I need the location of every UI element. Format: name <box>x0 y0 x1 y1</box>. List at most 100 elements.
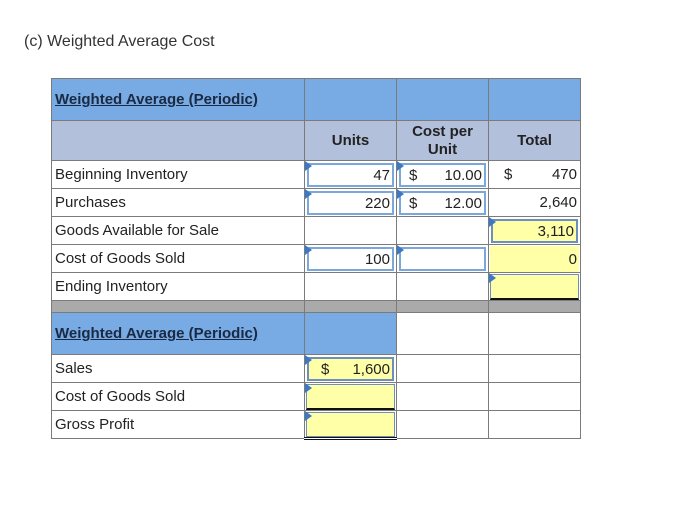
input-flag-icon <box>397 161 404 171</box>
blank-cell <box>396 382 489 411</box>
table-row-gross-profit: Gross Profit <box>51 410 581 440</box>
header-blank-cell <box>488 78 581 121</box>
input-flag-icon <box>305 161 312 171</box>
row-label: Cost of Goods Sold <box>51 382 305 411</box>
input-flag-icon <box>489 273 496 283</box>
cost-per-unit-input[interactable]: $12.00 <box>399 191 486 215</box>
column-header-total: Total <box>488 120 581 161</box>
blank-cell <box>396 312 489 355</box>
column-header-row: Units Cost per Unit Total <box>51 120 581 161</box>
units-value: 47 <box>373 166 390 184</box>
column-header-cost-per-unit-label: Cost per Unit <box>412 122 473 158</box>
units-value: 100 <box>364 250 390 268</box>
row-label: Gross Profit <box>51 410 305 439</box>
separator-cell <box>304 300 397 313</box>
cost-cell <box>396 216 489 245</box>
blank-cell <box>396 410 489 439</box>
row-label: Sales <box>51 354 305 383</box>
cost-value: 10.00 <box>444 166 482 184</box>
total-cell: 3,110 <box>488 216 581 245</box>
table2-title: Weighted Average (Periodic) <box>51 312 305 355</box>
units-value: 220 <box>364 194 390 212</box>
total-value: 3,110 <box>537 222 574 240</box>
separator-cell <box>396 300 489 313</box>
total-value: 0 <box>568 250 577 268</box>
header-blank-cell <box>396 78 489 121</box>
value-cell <box>304 382 397 411</box>
cost-cell <box>396 272 489 301</box>
table2-title-row: Weighted Average (Periodic) <box>51 312 581 355</box>
header-blank-cell <box>304 78 397 121</box>
cost-value: 12.00 <box>444 194 482 212</box>
row-label: Cost of Goods Sold <box>51 244 305 273</box>
separator-cell <box>51 300 305 313</box>
separator-row <box>51 300 581 313</box>
input-flag-icon <box>305 355 312 365</box>
input-flag-icon <box>489 217 496 227</box>
blank-cell <box>396 354 489 383</box>
table-row-sales: Sales $1,600 <box>51 354 581 383</box>
gross-profit-input[interactable] <box>306 412 395 437</box>
units-cell <box>304 216 397 245</box>
cost-per-unit-input[interactable] <box>399 247 486 271</box>
cost-cell: $12.00 <box>396 188 489 217</box>
total-value: 2,640 <box>539 194 577 211</box>
units-cell: 100 <box>304 244 397 273</box>
row-label: Beginning Inventory <box>51 160 305 189</box>
weighted-average-worksheet: Weighted Average (Periodic) Units Cost p… <box>51 78 581 440</box>
table1-title: Weighted Average (Periodic) <box>51 78 305 121</box>
table-row-goods-available: Goods Available for Sale 3,110 <box>51 216 581 245</box>
units-cell: 220 <box>304 188 397 217</box>
column-header-cost-per-unit: Cost per Unit <box>396 120 489 161</box>
total-input[interactable] <box>490 274 579 300</box>
units-input[interactable]: 100 <box>307 247 394 271</box>
currency-symbol: $ <box>321 360 330 378</box>
value-cell <box>304 410 397 440</box>
sales-value: 1,600 <box>352 360 390 378</box>
cogs-input[interactable] <box>306 384 395 410</box>
input-flag-icon <box>397 189 404 199</box>
blank-cell <box>488 382 581 411</box>
table-row-beginning-inventory: Beginning Inventory 47 $10.00 $470 <box>51 160 581 189</box>
total-cell: $470 <box>488 160 581 189</box>
input-flag-icon <box>305 189 312 199</box>
total-computed: 0 <box>490 246 579 272</box>
table1-title-row: Weighted Average (Periodic) <box>51 78 581 121</box>
units-input[interactable]: 47 <box>307 163 394 187</box>
separator-cell <box>488 300 581 313</box>
units-cell <box>304 272 397 301</box>
table-row-ending-inventory: Ending Inventory <box>51 272 581 301</box>
currency-symbol: $ <box>409 166 418 184</box>
currency-symbol: $ <box>504 166 513 183</box>
section-title: (c) Weighted Average Cost <box>24 33 215 50</box>
header-blank-cell <box>304 312 397 355</box>
table-row-purchases: Purchases 220 $12.00 2,640 <box>51 188 581 217</box>
cost-cell: $10.00 <box>396 160 489 189</box>
header-blank-cell <box>51 120 305 161</box>
blank-cell <box>488 354 581 383</box>
sales-input[interactable]: $1,600 <box>307 357 394 381</box>
total-cell: 0 <box>488 244 581 273</box>
total-cell: 2,640 <box>488 188 581 217</box>
input-flag-icon <box>397 245 404 255</box>
input-flag-icon <box>305 383 312 393</box>
cost-per-unit-input[interactable]: $10.00 <box>399 163 486 187</box>
units-cell: 47 <box>304 160 397 189</box>
table-row-cogs: Cost of Goods Sold <box>51 382 581 411</box>
currency-symbol: $ <box>409 194 418 212</box>
blank-cell <box>488 410 581 439</box>
blank-cell <box>488 312 581 355</box>
cost-cell <box>396 244 489 273</box>
total-cell <box>488 272 581 301</box>
units-input[interactable]: 220 <box>307 191 394 215</box>
input-flag-icon <box>305 245 312 255</box>
value-cell: $1,600 <box>304 354 397 383</box>
table-row-cost-of-goods-sold: Cost of Goods Sold 100 0 <box>51 244 581 273</box>
input-flag-icon <box>305 411 312 421</box>
total-input[interactable]: 3,110 <box>491 219 578 243</box>
total-value: 470 <box>551 166 577 183</box>
column-header-units: Units <box>304 120 397 161</box>
row-label: Ending Inventory <box>51 272 305 301</box>
row-label: Purchases <box>51 188 305 217</box>
row-label: Goods Available for Sale <box>51 216 305 245</box>
